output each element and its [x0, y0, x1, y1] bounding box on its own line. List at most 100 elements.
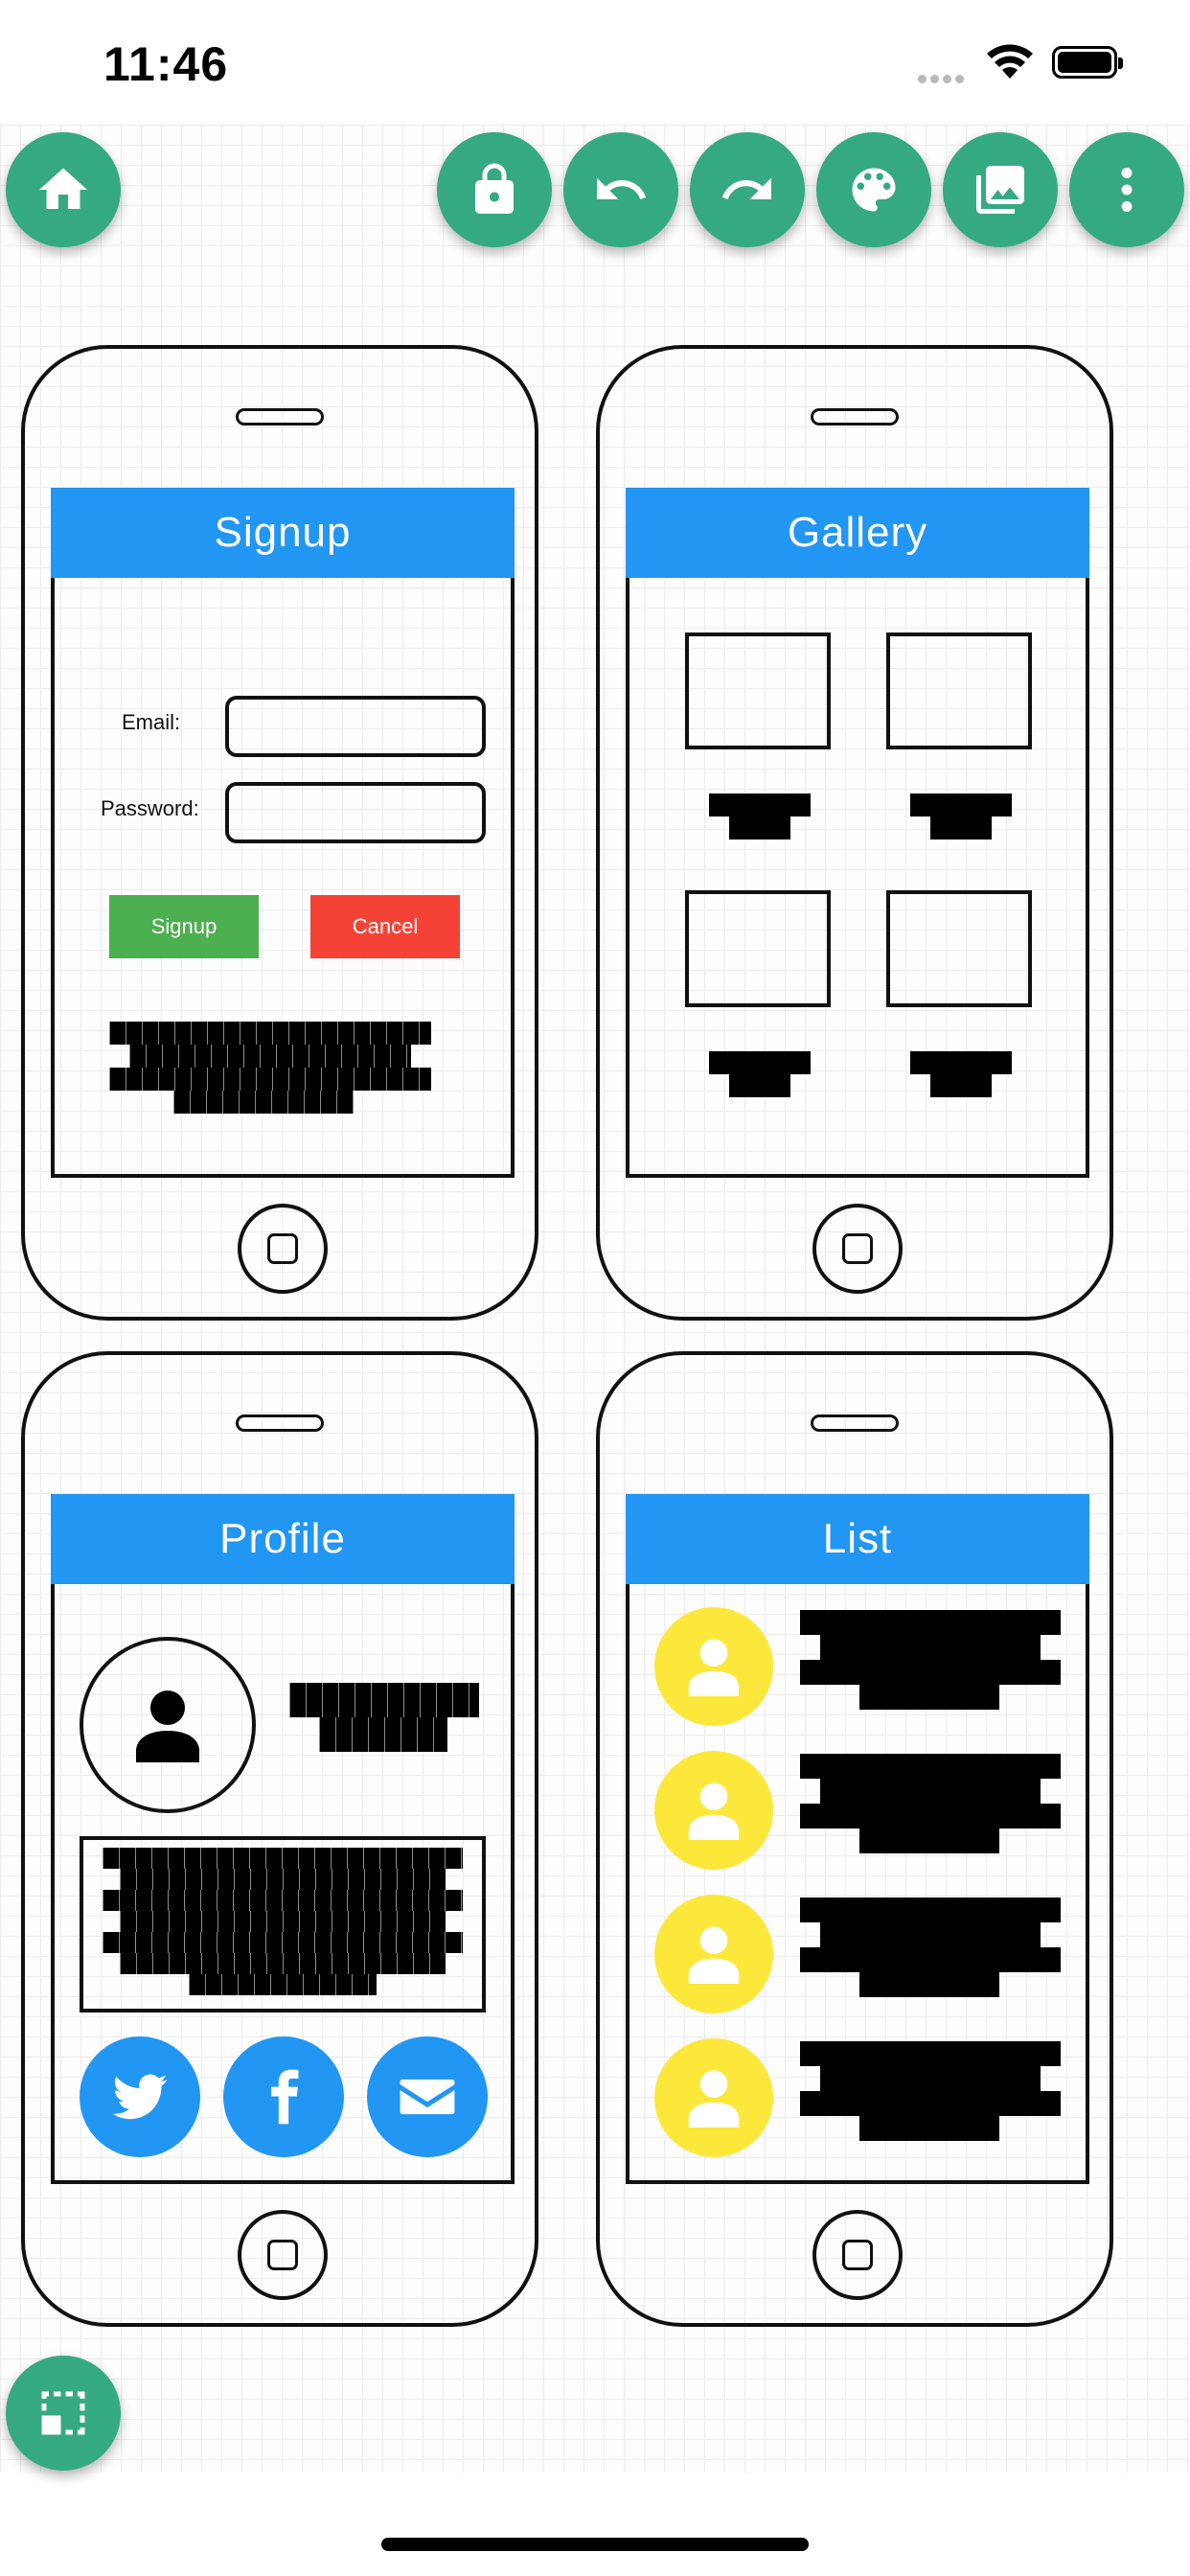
phone-home-button	[238, 2210, 328, 2300]
list-item-text-line	[800, 1754, 1061, 1779]
envelope-icon	[400, 2079, 455, 2115]
twitter-icon	[112, 2074, 168, 2120]
list-item-text-line	[859, 1828, 999, 1853]
list-item-text-line	[859, 1685, 999, 1710]
gallery-caption-line	[930, 816, 992, 840]
list-item-text-line	[820, 1635, 1041, 1660]
facebook-icon	[271, 2069, 299, 2125]
gallery-caption-line	[729, 1074, 790, 1097]
home-button[interactable]	[6, 132, 121, 247]
profile-appbar-title: Profile	[51, 1494, 515, 1584]
gallery-appbar-title: Gallery	[626, 488, 1089, 578]
more-options-button[interactable]	[1069, 132, 1184, 247]
person-icon	[688, 1782, 740, 1840]
list-item-avatar	[654, 2038, 773, 2157]
list-item-avatar	[654, 1607, 773, 1726]
undo-button[interactable]	[563, 132, 678, 247]
phone-home-button	[238, 1204, 328, 1294]
list-item-text-line	[800, 1660, 1061, 1685]
list-item-text-line	[800, 1804, 1061, 1828]
list-item-text-line	[800, 1947, 1061, 1972]
profile-name-line	[319, 1717, 447, 1752]
gallery-screen: Gallery	[626, 488, 1089, 1178]
list-item-text-line	[820, 1779, 1041, 1804]
phone-speaker	[811, 408, 899, 426]
placeholder-text-line	[120, 1953, 446, 1974]
gallery-caption-line	[910, 794, 1012, 816]
gallery-caption-line	[910, 1051, 1012, 1074]
gallery-image-placeholder	[685, 890, 831, 1007]
gallery-image-placeholder	[685, 632, 831, 749]
list-item-avatar	[654, 1895, 773, 2013]
password-label: Password:	[101, 796, 199, 820]
list-item-text-line	[800, 1898, 1061, 1922]
select-area-button[interactable]	[6, 2356, 121, 2471]
profile-phone-mockup[interactable]: Profile	[21, 1351, 538, 2327]
status-time: 11:46	[103, 37, 229, 91]
list-item-text-line	[820, 1922, 1041, 1947]
lock-icon	[475, 163, 514, 214]
profile-bio-box	[80, 1836, 486, 2012]
lock-button[interactable]	[437, 132, 552, 247]
palette-button[interactable]	[816, 132, 931, 247]
placeholder-text-line	[189, 1974, 377, 1995]
list-phone-mockup[interactable]: List	[596, 1351, 1113, 2327]
signup-phone-mockup[interactable]: Signup Email: Password: Signup Cancel	[21, 345, 538, 1321]
facebook-button[interactable]	[223, 2036, 344, 2157]
phone-speaker	[236, 1414, 324, 1432]
list-item-avatar	[654, 1751, 773, 1870]
placeholder-text-line	[173, 1091, 354, 1114]
list-item-text-line	[800, 1610, 1061, 1635]
list-item-text-line	[859, 2116, 999, 2141]
battery-icon	[1052, 46, 1123, 79]
image-library-button[interactable]	[943, 132, 1058, 247]
gallery-caption-line	[930, 1074, 992, 1097]
email-field[interactable]	[225, 696, 486, 757]
placeholder-text-line	[103, 1890, 463, 1911]
redo-icon	[721, 177, 771, 199]
gallery-image-placeholder	[886, 890, 1032, 1007]
gallery-image-placeholder	[886, 632, 1032, 749]
gallery-phone-mockup[interactable]: Gallery	[596, 345, 1113, 1321]
placeholder-text-line	[109, 1022, 431, 1045]
phone-speaker	[236, 408, 324, 426]
person-icon	[688, 2070, 740, 2128]
phone-home-button	[812, 1204, 903, 1294]
list-screen: List	[626, 1494, 1089, 2184]
image-library-icon	[976, 166, 1024, 214]
palette-icon	[852, 168, 896, 212]
gallery-caption-line	[709, 794, 811, 816]
placeholder-text-line	[103, 1848, 463, 1869]
placeholder-text-line	[103, 1932, 463, 1953]
email-label: Email:	[122, 710, 181, 734]
twitter-button[interactable]	[80, 2036, 200, 2157]
list-item-text-line	[800, 2041, 1061, 2066]
redo-button[interactable]	[690, 132, 805, 247]
profile-screen: Profile	[51, 1494, 515, 2184]
placeholder-text-line	[109, 1068, 431, 1091]
phone-home-button	[812, 2210, 903, 2300]
phone-speaker	[811, 1414, 899, 1432]
profile-avatar	[80, 1637, 256, 1813]
more-vertical-icon	[1121, 168, 1133, 212]
person-icon	[136, 1690, 199, 1762]
home-icon	[39, 168, 87, 209]
status-bar: 11:46	[0, 0, 1190, 125]
signup-button[interactable]: Signup	[109, 895, 259, 958]
email-share-button[interactable]	[367, 2036, 488, 2157]
cancel-button[interactable]: Cancel	[310, 895, 460, 958]
undo-icon	[597, 177, 647, 199]
gallery-caption-line	[729, 816, 790, 840]
signup-appbar-title: Signup	[51, 488, 515, 578]
placeholder-text-line	[120, 1911, 446, 1932]
placeholder-text-line	[129, 1045, 411, 1068]
person-icon	[688, 1926, 740, 1984]
person-icon	[688, 1639, 740, 1696]
profile-name-line	[289, 1683, 479, 1717]
list-appbar-title: List	[626, 1494, 1089, 1584]
password-field[interactable]	[225, 782, 486, 843]
list-item-text-line	[820, 2066, 1041, 2091]
home-indicator	[381, 2538, 809, 2551]
signup-screen: Signup Email: Password: Signup Cancel	[51, 488, 515, 1178]
gallery-caption-line	[709, 1051, 811, 1074]
